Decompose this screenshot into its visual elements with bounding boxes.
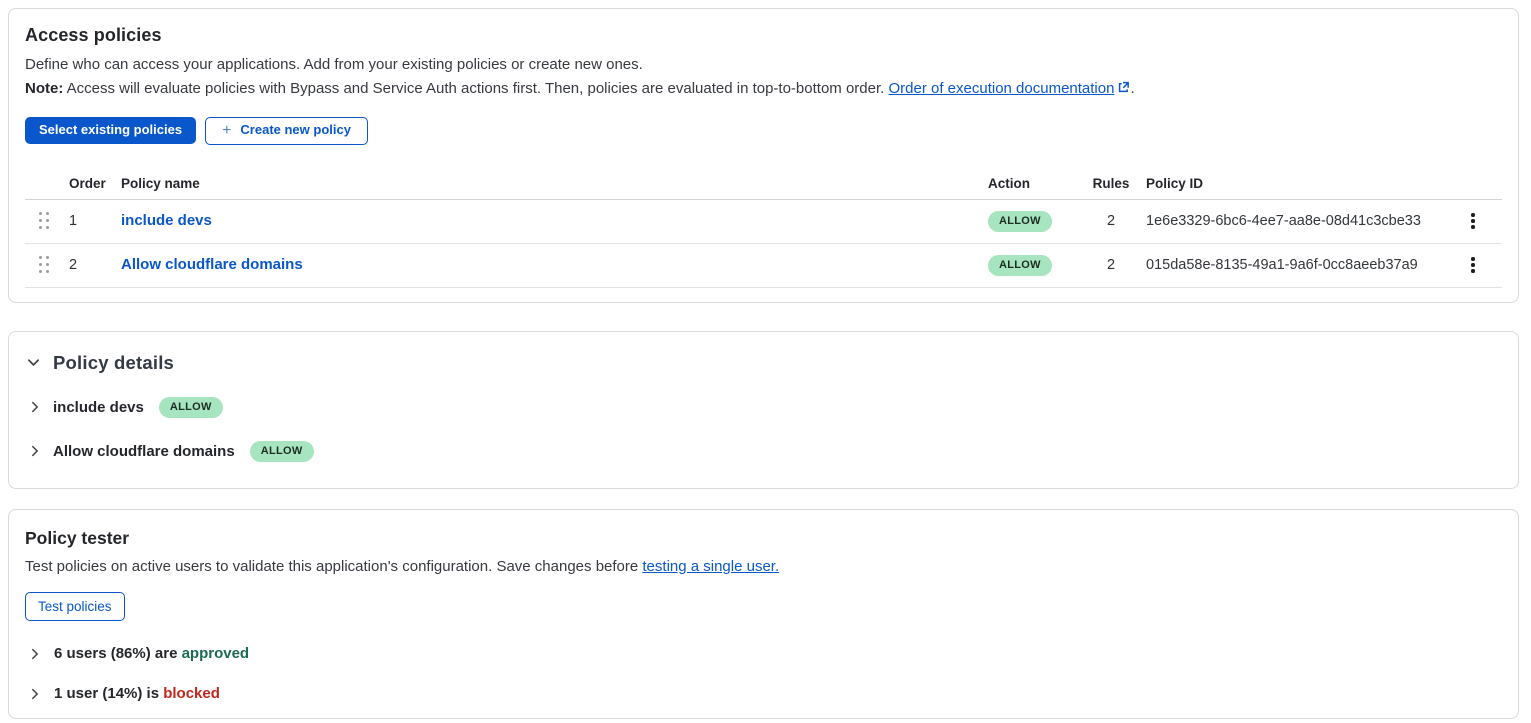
policy-details-card: Policy details include devs ALLOW Allow … (8, 331, 1519, 489)
tester-result-row: 1 user (14%) is blocked (27, 685, 1502, 702)
action-pill: ALLOW (250, 441, 314, 462)
select-existing-policies-button[interactable]: Select existing policies (25, 117, 196, 144)
header-rules: Rules (1076, 176, 1146, 191)
policy-detail-item: include devs ALLOW (27, 397, 1502, 418)
tester-description-text: Test policies on active users to validat… (25, 558, 642, 575)
tester-button-row: Test policies (25, 592, 1502, 622)
note-suffix: . (1130, 80, 1134, 97)
header-policy-id: Policy ID (1146, 176, 1456, 191)
action-pill: ALLOW (988, 255, 1052, 276)
policy-detail-name: include devs (53, 399, 144, 416)
action-pill: ALLOW (159, 397, 223, 418)
policies-table-header: Order Policy name Action Rules Policy ID (25, 169, 1502, 200)
access-policies-card: Access policies Define who can access yo… (8, 8, 1519, 303)
kebab-menu-icon[interactable] (1464, 254, 1482, 276)
row-rules: 2 (1076, 213, 1146, 229)
row-rules: 2 (1076, 257, 1146, 273)
policy-detail-name: Allow cloudflare domains (53, 443, 235, 460)
drag-handle-icon[interactable] (39, 255, 53, 275)
header-order: Order (69, 176, 121, 191)
header-action: Action (988, 176, 1076, 191)
policies-table: Order Policy name Action Rules Policy ID… (25, 169, 1502, 288)
external-link-icon (1117, 78, 1130, 101)
chevron-right-icon[interactable] (27, 399, 43, 415)
policy-details-title: Policy details (53, 352, 174, 374)
note-label: Note: (25, 80, 63, 97)
status-approved: approved (182, 645, 250, 662)
row-order: 2 (69, 257, 121, 273)
order-of-execution-doc-link[interactable]: Order of execution documentation (888, 80, 1114, 97)
access-policies-title: Access policies (25, 25, 1502, 46)
test-single-user-link[interactable]: testing a single user. (642, 558, 779, 575)
policy-details-toggle[interactable]: Policy details (25, 352, 1502, 374)
chevron-right-icon[interactable] (27, 686, 43, 702)
policy-tester-description: Test policies on active users to validat… (25, 558, 1502, 575)
tester-result-row: 6 users (86%) are approved (27, 645, 1502, 662)
row-policy-id: 015da58e-8135-49a1-9a6f-0cc8aeeb37a9 (1146, 257, 1456, 273)
policy-tester-card: Policy tester Test policies on active us… (8, 509, 1519, 719)
row-order: 1 (69, 213, 121, 229)
access-policies-description: Define who can access your applications.… (25, 53, 1502, 76)
policy-name-link[interactable]: Allow cloudflare domains (121, 256, 303, 273)
status-blocked: blocked (163, 685, 220, 702)
result-text: 1 user (14%) is blocked (54, 685, 220, 702)
test-policies-button[interactable]: Test policies (25, 592, 125, 622)
result-text: 6 users (86%) are approved (54, 645, 249, 662)
drag-handle-icon[interactable] (39, 211, 53, 231)
page: Access policies Define who can access yo… (0, 0, 1531, 723)
create-new-policy-button[interactable]: + Create new policy (205, 117, 368, 145)
access-policies-note: Note: Access will evaluate policies with… (25, 77, 1502, 101)
chevron-right-icon[interactable] (27, 443, 43, 459)
policy-name-link[interactable]: include devs (121, 212, 212, 229)
policy-tester-title: Policy tester (25, 528, 1502, 549)
table-row: 2 Allow cloudflare domains ALLOW 2 015da… (25, 244, 1502, 288)
policy-actions-row: Select existing policies + Create new po… (25, 117, 1502, 145)
policy-detail-item: Allow cloudflare domains ALLOW (27, 441, 1502, 462)
row-policy-id: 1e6e3329-6bc6-4ee7-aa8e-08d41c3cbe33 (1146, 213, 1456, 229)
note-text: Access will evaluate policies with Bypas… (63, 80, 888, 97)
kebab-menu-icon[interactable] (1464, 210, 1482, 232)
chevron-down-icon (25, 355, 41, 371)
plus-icon: + (222, 123, 231, 139)
chevron-right-icon[interactable] (27, 646, 43, 662)
table-row: 1 include devs ALLOW 2 1e6e3329-6bc6-4ee… (25, 200, 1502, 244)
header-policy-name: Policy name (121, 176, 988, 191)
action-pill: ALLOW (988, 211, 1052, 232)
create-new-policy-label: Create new policy (240, 123, 351, 138)
